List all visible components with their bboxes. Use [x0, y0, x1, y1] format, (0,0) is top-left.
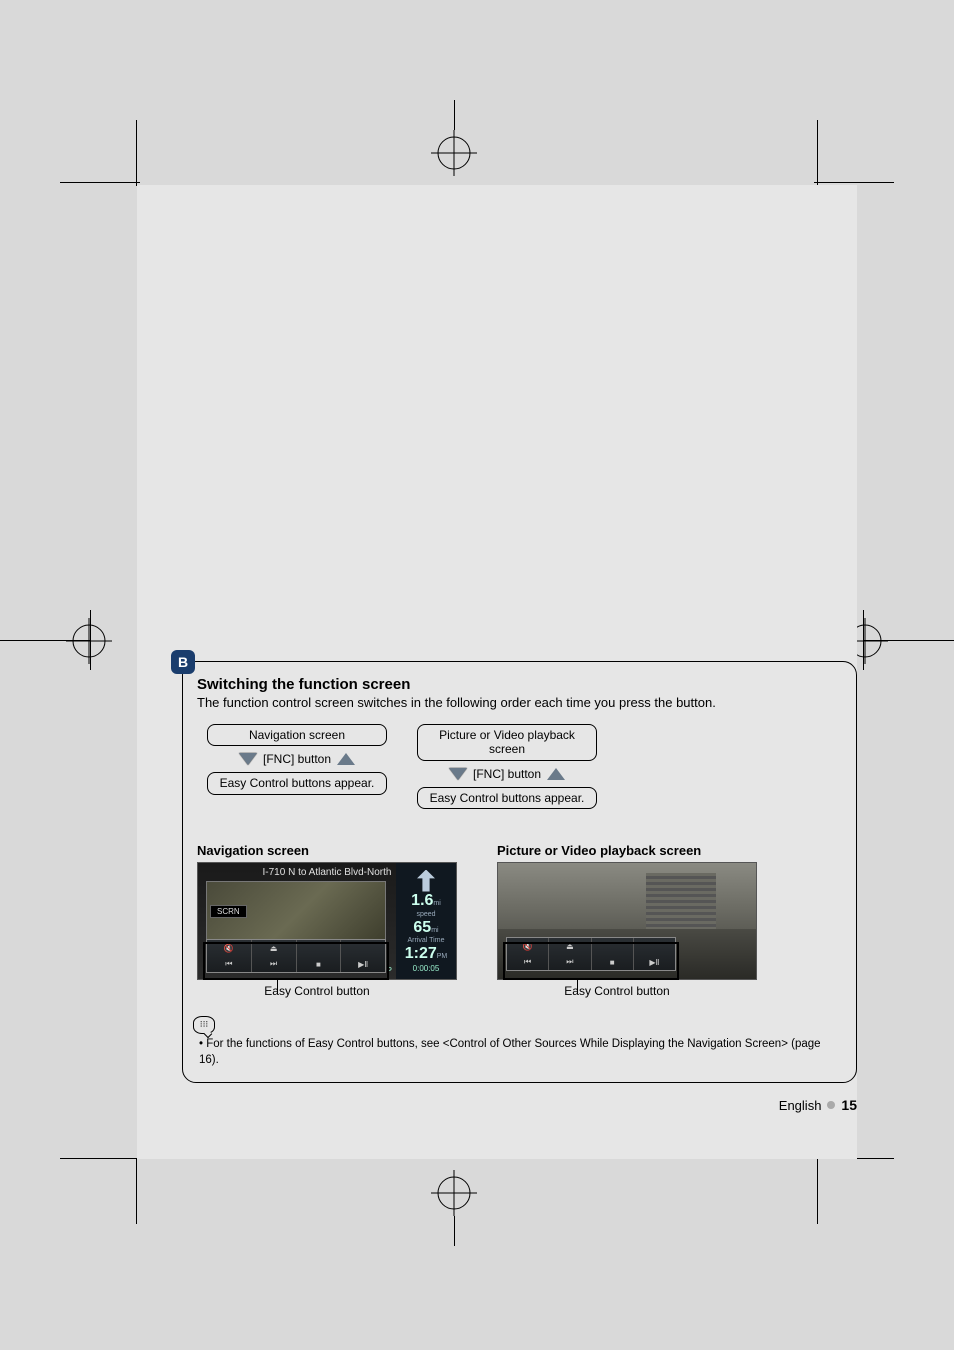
- nav-distance: 1.6: [411, 892, 433, 909]
- nav-arrival-unit: PM: [437, 953, 448, 960]
- registration-mark-top: [431, 130, 477, 176]
- footer-page: 15: [841, 1097, 857, 1113]
- nav-speed-unit: mi: [431, 927, 438, 934]
- example-navigation: Navigation screen I-710 N to Atlantic Bl…: [197, 843, 467, 998]
- flow-right-mid: [FNC] button: [417, 761, 597, 787]
- trim-line: [136, 1158, 137, 1224]
- note-icon: ⁝⁝⁝: [193, 1016, 215, 1034]
- flow-left-top: Navigation screen: [207, 724, 387, 746]
- page-footer: English 15: [779, 1097, 857, 1113]
- note-icon-wrap: ⁝⁝⁝: [193, 1014, 842, 1034]
- bullet-icon: [827, 1101, 835, 1109]
- arrow-up-icon: [547, 768, 565, 780]
- flow-right: Picture or Video playback screen [FNC] b…: [417, 724, 597, 809]
- flow-left-bottom: Easy Control buttons appear.: [207, 772, 387, 794]
- arrow-up-icon: [337, 753, 355, 765]
- section-b: B Switching the function screen The func…: [182, 661, 857, 1083]
- trim-line: [817, 120, 818, 186]
- trim-line: [817, 1158, 818, 1224]
- flow-left: Navigation screen [FNC] button Easy Cont…: [207, 724, 387, 809]
- crop-bot-v: [454, 1216, 455, 1246]
- trim-line: [60, 1158, 140, 1159]
- easy-control-caption-video: Easy Control button: [467, 984, 767, 998]
- flow-right-top: Picture or Video playback screen: [417, 724, 597, 761]
- nav-arrival-label: Arrival Time: [408, 937, 445, 944]
- registration-mark-bottom: [431, 1170, 477, 1216]
- video-building: [646, 873, 716, 933]
- nav-arrow-icon: [417, 870, 435, 892]
- nav-elapsed: 0:00:05: [413, 964, 440, 973]
- trim-line: [60, 182, 140, 183]
- nav-speed-label: speed: [416, 911, 435, 918]
- section-badge: B: [171, 650, 195, 674]
- highlight-rect-nav: [203, 942, 389, 980]
- scrn-button[interactable]: SCRN: [210, 905, 247, 918]
- example-nav-title: Navigation screen: [197, 843, 467, 858]
- trim-line: [136, 120, 137, 186]
- registration-mark-left: [66, 618, 112, 664]
- example-video: Picture or Video playback screen 🔇 ⏏: [497, 843, 767, 998]
- note-body: For the functions of Easy Control button…: [199, 1038, 821, 1066]
- section-subtitle: The function control screen switches in …: [197, 695, 842, 710]
- footer-lang: English: [779, 1098, 822, 1113]
- examples-row: Navigation screen I-710 N to Atlantic Bl…: [197, 843, 842, 998]
- flow-right-bottom: Easy Control buttons appear.: [417, 787, 597, 809]
- note-text: • For the functions of Easy Control butt…: [197, 1036, 842, 1068]
- section-title: Switching the function screen: [197, 676, 842, 693]
- arrow-down-icon: [239, 753, 257, 765]
- nav-distance-unit: mi: [433, 900, 440, 907]
- flow-left-mid: [FNC] button: [207, 746, 387, 772]
- example-video-title: Picture or Video playback screen: [497, 843, 767, 858]
- nav-arrival: 1:27: [405, 945, 437, 962]
- page-body: B Switching the function screen The func…: [137, 185, 857, 1159]
- nav-info-panel: 1.6mi speed 65mi Arrival Time 1:27PM 0:0…: [396, 863, 456, 979]
- highlight-rect-video: [503, 942, 679, 980]
- easy-control-caption-nav: Easy Control button: [167, 984, 467, 998]
- arrow-down-icon: [449, 768, 467, 780]
- fnc-button-label: [FNC] button: [473, 767, 541, 781]
- leader-line: [277, 980, 278, 994]
- flow-diagram: Navigation screen [FNC] button Easy Cont…: [207, 724, 842, 809]
- leader-line: [577, 980, 578, 994]
- trim-line: [814, 182, 894, 183]
- fnc-button-label: [FNC] button: [263, 752, 331, 766]
- crop-top-v: [454, 100, 455, 130]
- nav-speed: 65: [413, 919, 431, 936]
